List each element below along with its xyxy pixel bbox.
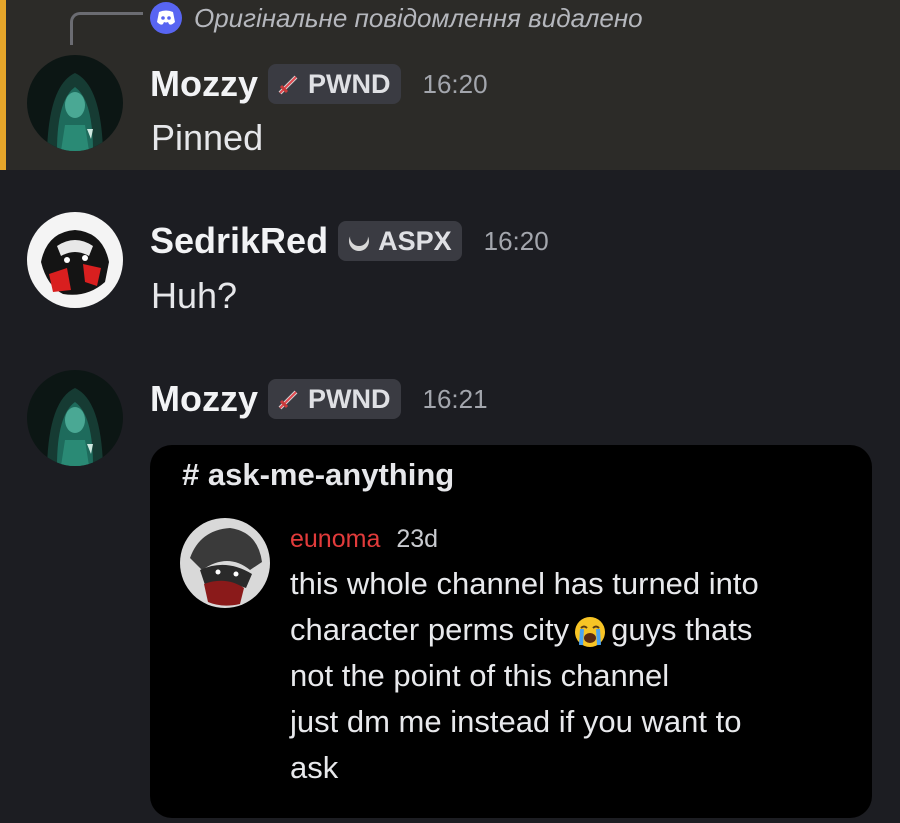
embed-header: eunoma 23d [290, 525, 438, 554]
avatar[interactable] [27, 370, 123, 466]
highlight-accent-bar [0, 0, 6, 170]
sword-icon [276, 71, 302, 97]
embed-message-body: this whole channel has turned into chara… [290, 561, 850, 791]
clan-tag[interactable]: PWND [268, 379, 401, 419]
embed-timestamp: 23d [396, 525, 439, 553]
message-header: Mozzy PWND 16:20 [150, 59, 488, 109]
clan-tag[interactable]: ASPX [338, 221, 462, 261]
clan-tag[interactable]: PWND [268, 64, 401, 104]
sword-icon [276, 386, 302, 412]
crescent-icon [346, 228, 372, 254]
reply-reference[interactable]: Оригінальне повідомлення видалено [150, 2, 643, 34]
tag-label: PWND [308, 383, 391, 414]
embed-text-line: just dm me instead if you want to [290, 704, 742, 739]
timestamp: 16:21 [422, 383, 488, 414]
embed-text-line: not the point of this channel [290, 658, 670, 693]
message-text: Pinned [151, 117, 264, 158]
avatar[interactable] [27, 55, 123, 151]
avatar[interactable] [27, 212, 123, 308]
reply-connector-line [70, 12, 143, 45]
reply-deleted-text: Оригінальне повідомлення видалено [194, 2, 643, 33]
discord-icon [150, 2, 182, 34]
channel-link[interactable]: # ask-me-anything [182, 457, 454, 493]
forwarded-message-embed[interactable]: # ask-me-anything eunoma 23d this whole … [150, 445, 872, 818]
embed-text-line: this whole channel has turned into [290, 566, 759, 601]
avatar[interactable] [180, 518, 270, 608]
timestamp: 16:20 [422, 68, 488, 99]
message-header: Mozzy PWND 16:21 [150, 374, 488, 424]
timestamp: 16:20 [483, 225, 549, 256]
username[interactable]: Mozzy [150, 63, 258, 105]
embed-text-line: character perms city guys thats [290, 607, 850, 653]
embed-text-line: ask [290, 750, 339, 785]
message-header: SedrikRed ASPX 16:20 [150, 216, 549, 266]
message-text: Huh? [151, 275, 238, 316]
tag-label: ASPX [378, 225, 452, 256]
embed-text-segment: character perms city [290, 612, 570, 647]
crying-emoji-icon [573, 615, 607, 649]
embed-author[interactable]: eunoma [290, 525, 380, 554]
tag-label: PWND [308, 68, 391, 99]
username[interactable]: SedrikRed [150, 220, 328, 262]
username[interactable]: Mozzy [150, 378, 258, 420]
embed-text-segment: guys thats [611, 612, 753, 647]
